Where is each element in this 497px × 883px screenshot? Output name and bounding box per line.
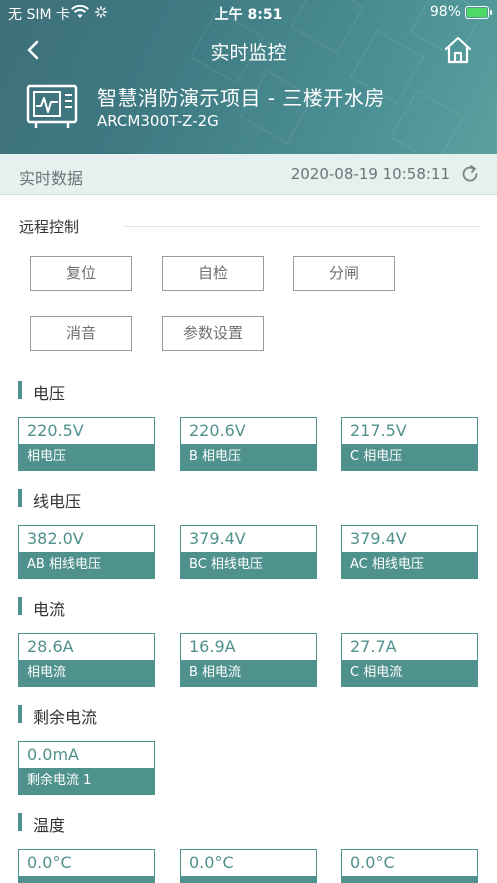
self-test-button[interactable]: 自检 xyxy=(162,256,264,291)
card-value: 28.6A xyxy=(27,637,74,656)
card-value: 220.6V xyxy=(189,421,246,440)
current-card-a: 28.6A 相电流 xyxy=(18,633,155,687)
section-marker xyxy=(18,705,22,723)
temperature-card-3: 0.0°C xyxy=(341,849,478,883)
battery-icon xyxy=(465,6,492,19)
card-label: AC 相线电压 xyxy=(342,552,477,578)
card-label: BC 相线电压 xyxy=(181,552,316,578)
section-marker xyxy=(18,597,22,615)
clock: 上午 8:51 xyxy=(214,7,283,23)
card-value: 0.0mA xyxy=(27,745,79,764)
line-voltage-card-ab: 382.0V AB 相线电压 xyxy=(18,525,155,579)
trip-button[interactable]: 分闸 xyxy=(293,256,395,291)
current-card-b: 16.9A B 相电流 xyxy=(180,633,317,687)
residual-current-card-1: 0.0mA 剩余电流 1 xyxy=(18,741,155,795)
card-label: 相电流 xyxy=(19,660,154,686)
card-label: 相电压 xyxy=(19,444,154,470)
card-value: 0.0°C xyxy=(350,853,395,872)
card-label xyxy=(19,876,154,883)
mute-button[interactable]: 消音 xyxy=(30,316,132,351)
line-voltage-card-bc: 379.4V BC 相线电压 xyxy=(180,525,317,579)
section-title-residual-current: 剩余电流 xyxy=(33,708,98,727)
card-label: B 相电压 xyxy=(181,444,316,470)
card-value: 0.0°C xyxy=(27,853,72,872)
card-label xyxy=(181,876,316,883)
card-value: 379.4V xyxy=(350,529,407,548)
parameter-settings-button[interactable]: 参数设置 xyxy=(162,316,264,351)
reset-button[interactable]: 复位 xyxy=(30,256,132,291)
card-value: 217.5V xyxy=(350,421,407,440)
section-title-current: 电流 xyxy=(33,600,66,619)
temperature-card-1: 0.0°C xyxy=(18,849,155,883)
card-label: B 相电流 xyxy=(181,660,316,686)
section-title-temperature: 温度 xyxy=(33,816,66,835)
realtime-timestamp: 2020-08-19 10:58:11 xyxy=(290,165,450,183)
status-bar: 无 SIM 卡 上午 8:51 98% xyxy=(0,0,497,26)
card-label: C 相电流 xyxy=(342,660,477,686)
card-value: 0.0°C xyxy=(189,853,234,872)
remote-control-title: 远程控制 xyxy=(19,218,80,236)
temperature-card-2: 0.0°C xyxy=(180,849,317,883)
line-voltage-card-ac: 379.4V AC 相线电压 xyxy=(341,525,478,579)
section-title-voltage: 电压 xyxy=(33,384,66,403)
section-marker xyxy=(18,813,22,831)
page-title: 实时监控 xyxy=(210,42,287,64)
header-decoration xyxy=(390,90,464,154)
voltage-card-c: 217.5V C 相电压 xyxy=(341,417,478,471)
section-title-line-voltage: 线电压 xyxy=(33,492,82,511)
device-name: 智慧消防演示项目 - 三楼开水房 xyxy=(97,86,385,110)
battery-percent: 98% xyxy=(429,4,461,20)
card-value: 382.0V xyxy=(27,529,84,548)
section-marker xyxy=(18,489,22,507)
device-model: ARCM300T-Z-2G xyxy=(97,112,219,130)
home-icon[interactable] xyxy=(443,35,473,65)
section-marker xyxy=(18,381,22,399)
card-label: AB 相线电压 xyxy=(19,552,154,578)
header: 无 SIM 卡 上午 8:51 98% 实时监控 智慧消防演示项目 - 三楼开水… xyxy=(0,0,497,154)
voltage-card-b: 220.6V B 相电压 xyxy=(180,417,317,471)
realtime-bar: 实时数据 2020-08-19 10:58:11 xyxy=(0,154,497,195)
refresh-icon[interactable] xyxy=(460,164,480,184)
card-value: 379.4V xyxy=(189,529,246,548)
divider xyxy=(124,226,480,227)
voltage-card-a: 220.5V 相电压 xyxy=(18,417,155,471)
card-value: 27.7A xyxy=(350,637,397,656)
device-monitor-icon xyxy=(26,84,78,128)
card-value: 16.9A xyxy=(189,637,236,656)
card-label: C 相电压 xyxy=(342,444,477,470)
card-label xyxy=(342,876,477,883)
card-label: 剩余电流 1 xyxy=(19,768,154,794)
realtime-label: 实时数据 xyxy=(19,169,84,188)
current-card-c: 27.7A C 相电流 xyxy=(341,633,478,687)
card-value: 220.5V xyxy=(27,421,84,440)
